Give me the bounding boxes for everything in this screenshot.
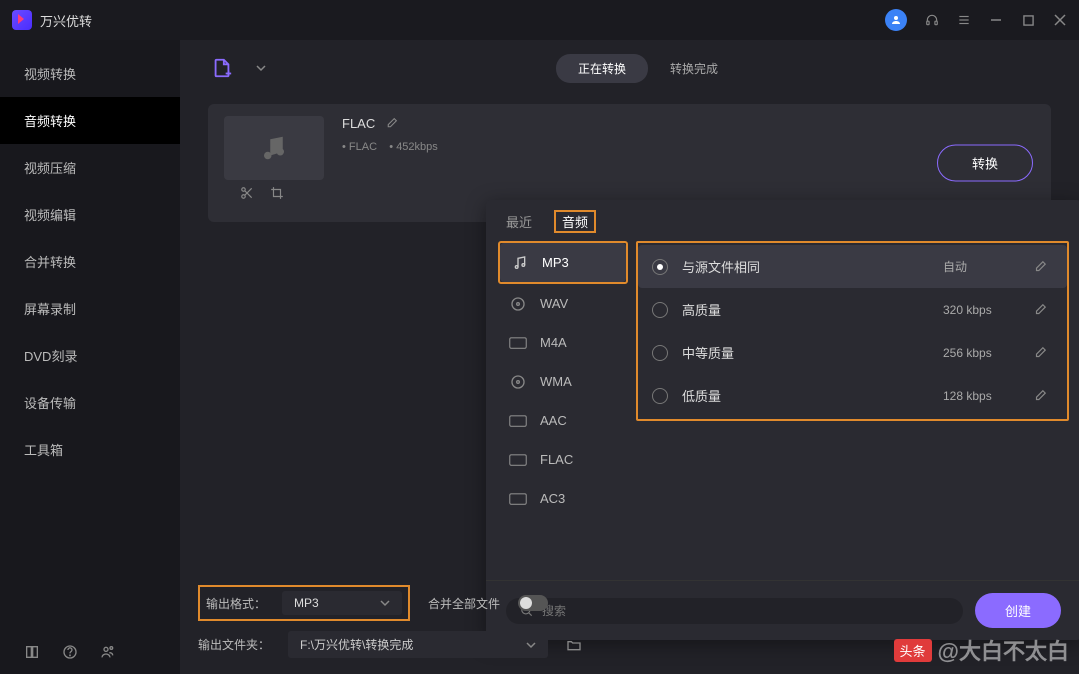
output-format-label: 输出格式：: [206, 595, 266, 612]
sidebar-bottom: [0, 630, 180, 674]
app-title: 万兴优转: [40, 11, 92, 30]
sidebar: 视频转换 音频转换 视频压缩 视频编辑 合并转换 屏幕录制 DVD刻录 设备传输…: [0, 40, 180, 674]
sidebar-item-merge-convert[interactable]: 合并转换: [0, 238, 180, 285]
account-icon[interactable]: [100, 644, 116, 660]
add-file-button[interactable]: [208, 54, 236, 82]
music-icon: [510, 256, 530, 270]
tab-converting[interactable]: 正在转换: [556, 54, 648, 83]
chevron-down-icon[interactable]: [256, 63, 266, 73]
cut-icon[interactable]: [240, 186, 254, 200]
quality-row-low[interactable]: 低质量 128 kbps: [638, 374, 1067, 417]
file-tools: [224, 180, 324, 210]
user-avatar[interactable]: [885, 9, 907, 31]
popup-tabs: 最近 音频: [486, 200, 1079, 241]
radio-icon: [652, 388, 668, 404]
format-list: MP3 WAV M4A WMA: [498, 241, 628, 580]
titlebar-controls: [885, 9, 1067, 31]
radio-icon: [652, 345, 668, 361]
music-note-icon: [259, 133, 289, 163]
sidebar-item-device-transfer[interactable]: 设备传输: [0, 379, 180, 426]
help-icon[interactable]: [62, 644, 78, 660]
format-item-ac3[interactable]: AC3: [498, 479, 628, 518]
output-format-select[interactable]: MP3: [282, 591, 402, 615]
flac-icon: [508, 453, 528, 467]
main-toolbar: 正在转换 转换完成: [180, 40, 1079, 96]
status-tabs: 正在转换 转换完成: [556, 54, 740, 83]
edit-icon[interactable]: [1033, 303, 1053, 317]
minimize-button[interactable]: [989, 13, 1003, 27]
menu-icon[interactable]: [957, 13, 971, 27]
chevron-down-icon: [526, 640, 536, 650]
sidebar-item-screen-record[interactable]: 屏幕录制: [0, 285, 180, 332]
disc-icon: [508, 375, 528, 389]
format-item-flac[interactable]: FLAC: [498, 440, 628, 479]
file-name: FLAC: [342, 116, 375, 131]
radio-icon: [652, 259, 668, 275]
chevron-down-icon: [380, 598, 390, 608]
file-meta: • FLAC • 452kbps: [342, 141, 1035, 153]
merge-label: 合并全部文件: [428, 595, 500, 612]
close-button[interactable]: [1053, 13, 1067, 27]
m4a-icon: [508, 336, 528, 350]
output-folder-label: 输出文件夹：: [198, 636, 270, 653]
bottom-bar: 输出格式： MP3 合并全部文件 输出文件夹： F:\万兴优转\转换完成: [180, 575, 1079, 674]
file-info: FLAC • FLAC • 452kbps: [342, 116, 1035, 153]
app-logo-icon: [12, 10, 32, 30]
sidebar-item-video-edit[interactable]: 视频编辑: [0, 191, 180, 238]
output-folder-select[interactable]: F:\万兴优转\转换完成: [288, 631, 548, 658]
sidebar-item-dvd-burn[interactable]: DVD刻录: [0, 332, 180, 379]
titlebar: 万兴优转: [0, 0, 1079, 40]
aac-icon: [508, 414, 528, 428]
maximize-button[interactable]: [1021, 13, 1035, 27]
quality-row-medium[interactable]: 中等质量 256 kbps: [638, 331, 1067, 374]
open-folder-icon[interactable]: [566, 637, 582, 653]
tab-finished[interactable]: 转换完成: [648, 54, 740, 83]
file-thumbnail: [224, 116, 324, 180]
format-item-aac[interactable]: AAC: [498, 401, 628, 440]
format-item-mp3[interactable]: MP3: [500, 243, 626, 282]
format-item-m4a[interactable]: M4A: [498, 323, 628, 362]
convert-button[interactable]: 转换: [937, 145, 1033, 182]
radio-icon: [652, 302, 668, 318]
sidebar-item-video-compress[interactable]: 视频压缩: [0, 144, 180, 191]
disc-icon: [508, 297, 528, 311]
quality-row-same-as-source[interactable]: 与源文件相同 自动: [638, 245, 1067, 288]
headset-icon[interactable]: [925, 13, 939, 27]
quality-row-high[interactable]: 高质量 320 kbps: [638, 288, 1067, 331]
popup-tab-audio[interactable]: 音频: [560, 213, 590, 232]
edit-icon[interactable]: [1033, 389, 1053, 403]
popup-tab-recent[interactable]: 最近: [504, 210, 534, 233]
user-icon: [890, 14, 902, 26]
main-area: 正在转换 转换完成 FLAC • FLAC •: [180, 40, 1079, 674]
ac3-icon: [508, 492, 528, 506]
format-item-wma[interactable]: WMA: [498, 362, 628, 401]
edit-name-icon[interactable]: [385, 117, 398, 130]
edit-icon[interactable]: [1033, 346, 1053, 360]
crop-icon[interactable]: [270, 186, 284, 200]
format-item-wav[interactable]: WAV: [498, 284, 628, 323]
quality-list: 与源文件相同 自动 高质量 320 kbps 中等质量: [628, 241, 1069, 580]
book-icon[interactable]: [24, 644, 40, 660]
format-popup: 最近 音频 MP3 WAV: [486, 200, 1079, 640]
sidebar-item-audio-convert[interactable]: 音频转换: [0, 97, 180, 144]
merge-toggle[interactable]: [518, 595, 548, 611]
sidebar-item-video-convert[interactable]: 视频转换: [0, 50, 180, 97]
sidebar-item-toolbox[interactable]: 工具箱: [0, 426, 180, 473]
app-logo-wrap: 万兴优转: [12, 10, 92, 30]
edit-icon[interactable]: [1033, 260, 1053, 274]
